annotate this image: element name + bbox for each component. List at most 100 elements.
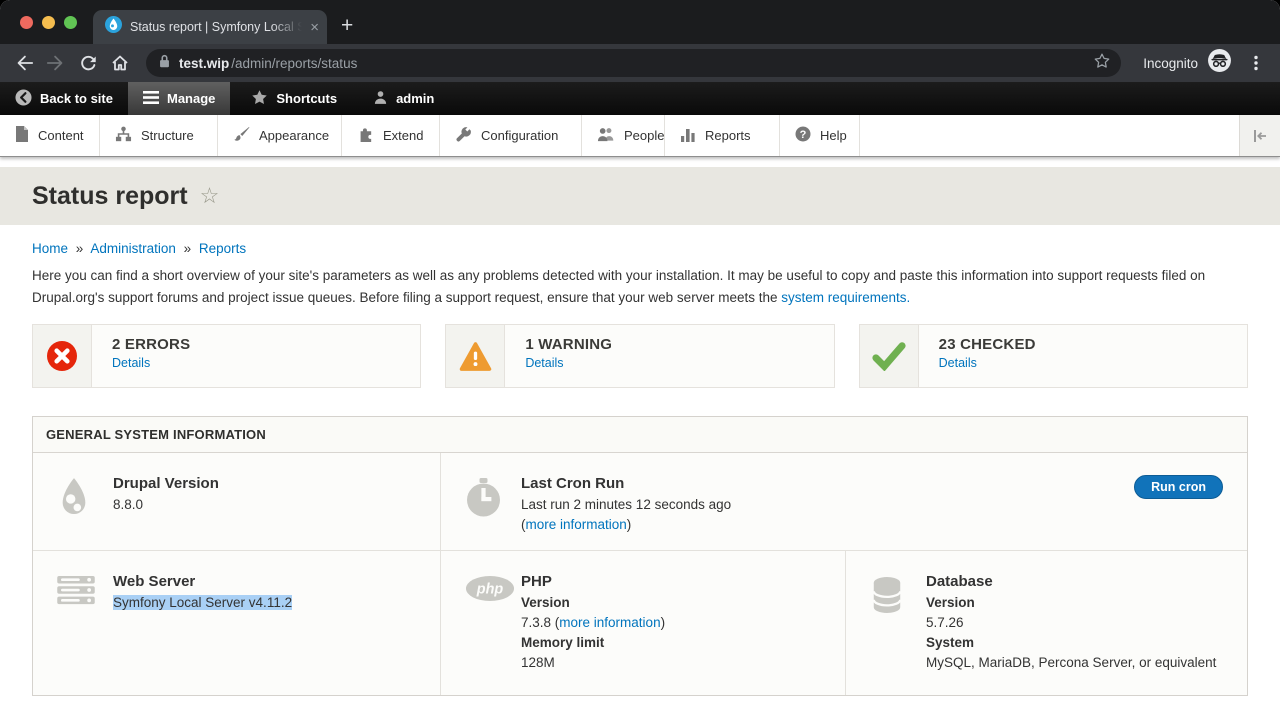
warning-count-label: 1 WARNING	[525, 336, 612, 353]
intro-text: Here you can find a short overview of yo…	[32, 268, 1205, 305]
php-cell: php PHP Version 7.3.8 (more information)…	[441, 551, 846, 695]
help-icon: ?	[795, 126, 811, 145]
breadcrumb-separator: »	[76, 241, 84, 256]
cron-cell: Last Cron Run Last run 2 minutes 12 seco…	[441, 453, 1247, 550]
forward-icon[interactable]	[42, 49, 70, 77]
browser-window: Status report | Symfony Local Se × + tes…	[0, 0, 1280, 720]
people-icon	[597, 126, 615, 145]
tab-strip: Status report | Symfony Local Se × +	[0, 0, 1280, 44]
reload-icon[interactable]	[74, 49, 102, 77]
menu-item-help[interactable]: ? Help	[780, 115, 860, 156]
menu-item-configuration[interactable]: Configuration	[440, 115, 582, 156]
web-server-title: Web Server	[113, 573, 420, 590]
browser-menu-icon[interactable]	[1242, 49, 1270, 77]
error-icon	[33, 325, 92, 387]
page-title: Status report	[32, 182, 188, 211]
drupal-version-value: 8.8.0	[113, 495, 420, 515]
warning-details-link[interactable]: Details	[525, 356, 563, 370]
menu-item-structure[interactable]: Structure	[100, 115, 218, 156]
php-icon: php	[465, 575, 515, 607]
database-icon	[870, 575, 904, 620]
drupal-admin-toolbar: Back to site Manage Shortcuts admin	[0, 82, 1280, 115]
shortcuts-label: Shortcuts	[276, 91, 337, 106]
php-memory-value: 128M	[521, 653, 825, 673]
back-icon[interactable]	[10, 49, 38, 77]
drupal-version-title: Drupal Version	[113, 475, 420, 492]
bookmark-star-icon[interactable]	[1093, 52, 1111, 75]
breadcrumb-administration-link[interactable]: Administration	[90, 241, 176, 256]
php-memory-label: Memory limit	[521, 633, 825, 653]
drupal-version-cell: Drupal Version 8.8.0	[33, 453, 441, 550]
admin-user-tab[interactable]: admin	[358, 82, 449, 115]
menu-item-reports[interactable]: Reports	[665, 115, 780, 156]
lock-icon[interactable]	[158, 53, 171, 74]
drupal-favicon	[105, 16, 122, 38]
close-window-button[interactable]	[20, 16, 33, 29]
manage-tab[interactable]: Manage	[128, 82, 230, 115]
warning-icon	[446, 325, 505, 387]
incognito-indicator[interactable]: Incognito	[1143, 48, 1232, 78]
status-summary-cards: 2 ERRORS Details 1 WARNING Details 23	[32, 324, 1248, 388]
menu-item-content[interactable]: Content	[0, 115, 100, 156]
hamburger-icon	[143, 91, 159, 107]
content-icon	[15, 126, 29, 145]
database-cell: Database Version 5.7.26 System MySQL, Ma…	[846, 551, 1247, 695]
manage-label: Manage	[167, 91, 215, 106]
cron-status: Last run 2 minutes 12 seconds ago	[521, 495, 1227, 515]
reports-icon	[680, 127, 696, 145]
cron-more-information-link[interactable]: more information	[526, 517, 627, 532]
back-to-site-link[interactable]: Back to site	[0, 82, 128, 115]
toolbar-orientation-toggle[interactable]	[1239, 115, 1280, 156]
errors-card: 2 ERRORS Details	[32, 324, 421, 388]
panel-header: GENERAL SYSTEM INFORMATION	[33, 417, 1247, 453]
run-cron-button[interactable]: Run cron	[1134, 475, 1223, 499]
checked-card: 23 CHECKED Details	[859, 324, 1248, 388]
menu-item-extend[interactable]: Extend	[342, 115, 440, 156]
breadcrumb-home-link[interactable]: Home	[32, 241, 68, 256]
browser-tab[interactable]: Status report | Symfony Local Se ×	[93, 10, 327, 44]
general-system-information-panel: GENERAL SYSTEM INFORMATION Drupal Versio…	[32, 416, 1248, 696]
php-version-label: Version	[521, 593, 825, 613]
menu-item-appearance[interactable]: Appearance	[218, 115, 342, 156]
server-icon	[57, 575, 95, 610]
tab-close-icon[interactable]: ×	[310, 20, 319, 35]
system-requirements-link[interactable]: system requirements.	[781, 290, 910, 305]
shortcut-star-icon[interactable]: ☆	[200, 185, 220, 207]
shortcuts-tab[interactable]: Shortcuts	[236, 82, 352, 115]
php-title: PHP	[521, 573, 825, 590]
admin-username-label: admin	[396, 91, 434, 106]
drupal-drop-icon	[57, 477, 91, 524]
url-path: /admin/reports/status	[231, 56, 357, 71]
window-controls	[0, 0, 93, 44]
back-circle-icon	[15, 89, 32, 109]
zoom-window-button[interactable]	[64, 16, 77, 29]
shortcuts-star-icon	[251, 89, 268, 109]
home-icon[interactable]	[106, 49, 134, 77]
database-system-value: MySQL, MariaDB, Percona Server, or equiv…	[926, 653, 1227, 673]
database-version-value: 5.7.26	[926, 613, 1227, 633]
configuration-icon	[455, 126, 472, 146]
errors-details-link[interactable]: Details	[112, 356, 150, 370]
warning-card: 1 WARNING Details	[445, 324, 834, 388]
new-tab-button[interactable]: +	[341, 14, 353, 38]
browser-toolbar: test.wip /admin/reports/status Incognito	[0, 44, 1280, 82]
cron-title: Last Cron Run	[521, 475, 1227, 492]
checked-details-link[interactable]: Details	[939, 356, 977, 370]
url-bar[interactable]: test.wip /admin/reports/status	[146, 49, 1121, 77]
incognito-label: Incognito	[1143, 56, 1198, 71]
svg-text:php: php	[476, 581, 504, 597]
url-host: test.wip	[179, 56, 229, 71]
menu-item-people[interactable]: People	[582, 115, 665, 156]
breadcrumb-reports-link[interactable]: Reports	[199, 241, 246, 256]
errors-count-label: 2 ERRORS	[112, 336, 190, 353]
php-more-information-link[interactable]: more information	[559, 615, 660, 630]
drupal-admin-menu: Content Structure Appearance Extend Conf…	[0, 115, 1280, 157]
cron-more-info: (more information)	[521, 515, 1227, 535]
minimize-window-button[interactable]	[42, 16, 55, 29]
extend-icon	[357, 126, 374, 146]
web-server-value: Symfony Local Server v4.11.2	[113, 595, 292, 610]
appearance-icon	[233, 126, 250, 146]
intro-paragraph: Here you can find a short overview of yo…	[32, 265, 1248, 308]
checked-count-label: 23 CHECKED	[939, 336, 1036, 353]
database-version-label: Version	[926, 593, 1227, 613]
